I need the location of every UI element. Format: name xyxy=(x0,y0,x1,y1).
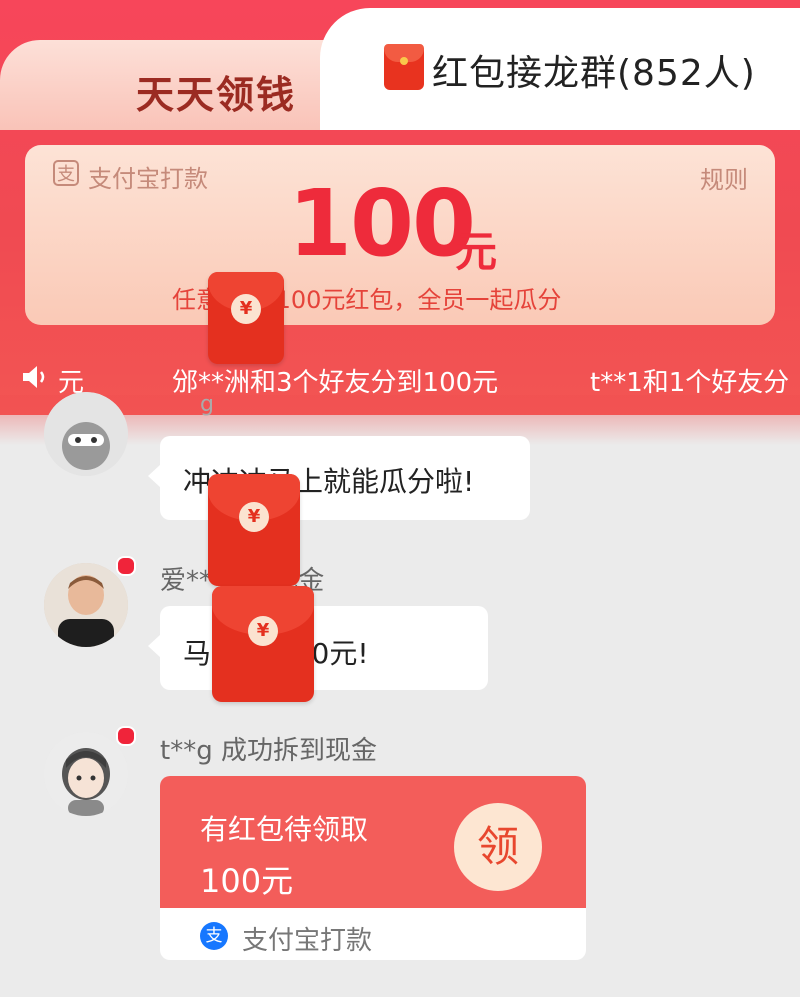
unread-badge xyxy=(116,726,136,746)
tab-daily-money-label: 天天领钱 xyxy=(136,73,297,117)
avatar[interactable] xyxy=(44,563,128,647)
prize-amount: 100 xyxy=(288,170,476,277)
ticker-item: 邠**洲和3个好友分到100元 xyxy=(172,368,499,398)
avatar[interactable] xyxy=(44,732,128,816)
sender-name: g xyxy=(200,392,214,417)
child-avatar-icon xyxy=(44,563,128,647)
unread-badge xyxy=(116,556,136,576)
red-packet-icon xyxy=(384,44,424,90)
red-packet-icon[interactable]: ¥ xyxy=(208,272,284,364)
speaker-icon xyxy=(23,366,45,388)
ticker-item: t**1和1个好友分 xyxy=(590,368,790,398)
alipay-payout-label: 支付宝打款 xyxy=(88,165,208,193)
yuan-coin-icon: ¥ xyxy=(248,616,278,646)
tab-hongbao-group-label: 红包接龙群(852人) xyxy=(432,53,756,94)
claim-button[interactable]: 领 xyxy=(454,803,542,891)
red-packet-icon[interactable]: ¥ xyxy=(208,474,300,586)
red-packet-icon[interactable]: ¥ xyxy=(212,586,314,702)
hongbao-amount: 100元 xyxy=(200,862,294,900)
sender-name: t**g 成功拆到现金 xyxy=(160,736,377,766)
prize-unit: 元 xyxy=(455,227,498,276)
rules-link[interactable]: 规则 xyxy=(700,160,748,195)
yuan-coin-icon: ¥ xyxy=(239,502,269,532)
girl-avatar-icon xyxy=(44,732,128,816)
alipay-icon: 支 xyxy=(53,160,79,186)
hongbao-footer-label: 支付宝打款 xyxy=(242,926,373,956)
avatar[interactable] xyxy=(44,392,128,476)
yuan-coin-icon: ¥ xyxy=(231,294,261,324)
ninja-avatar-icon xyxy=(44,392,128,476)
alipay-icon: 支 xyxy=(200,922,228,950)
hongbao-title: 有红包待领取 xyxy=(200,813,369,846)
